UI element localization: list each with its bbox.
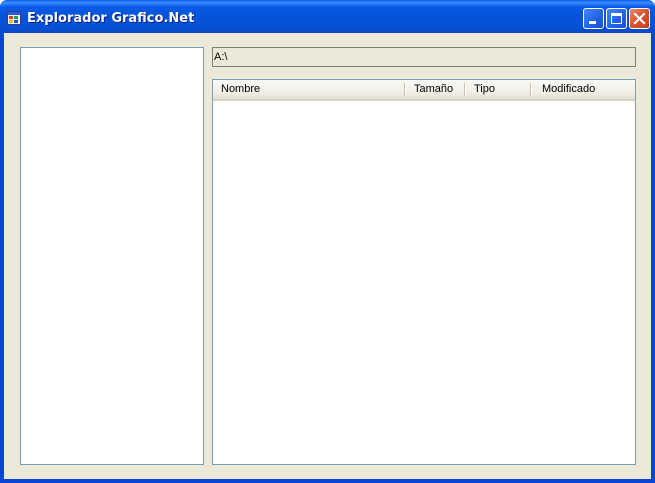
title-bar[interactable]: Explorador Grafico.Net bbox=[0, 0, 655, 33]
maximize-icon bbox=[611, 13, 622, 24]
close-icon bbox=[633, 12, 646, 25]
column-header-tamano[interactable]: Tamaño bbox=[406, 80, 466, 99]
minimize-button[interactable] bbox=[583, 8, 604, 29]
column-header-tipo[interactable]: Tipo bbox=[466, 80, 532, 99]
column-header-nombre[interactable]: Nombre bbox=[213, 80, 405, 99]
application-icon[interactable] bbox=[7, 10, 21, 25]
client-area: A:\ Nombre Tamaño Tipo Modificado bbox=[4, 33, 651, 479]
address-field: A:\ bbox=[212, 47, 636, 67]
minimize-icon bbox=[589, 21, 596, 24]
column-divider[interactable] bbox=[464, 83, 465, 97]
column-divider[interactable] bbox=[404, 83, 405, 97]
list-header: Nombre Tamaño Tipo Modificado bbox=[213, 80, 635, 101]
column-divider[interactable] bbox=[530, 83, 531, 97]
file-list-panel[interactable]: Nombre Tamaño Tipo Modificado bbox=[212, 79, 636, 465]
window-title: Explorador Grafico.Net bbox=[27, 11, 195, 26]
maximize-button[interactable] bbox=[606, 8, 627, 29]
main-window: Explorador Grafico.Net A:\ Nombre Tamaño… bbox=[0, 0, 655, 483]
folder-tree-panel[interactable] bbox=[20, 47, 204, 465]
column-header-modificado[interactable]: Modificado bbox=[532, 80, 635, 99]
close-button[interactable] bbox=[629, 8, 650, 29]
